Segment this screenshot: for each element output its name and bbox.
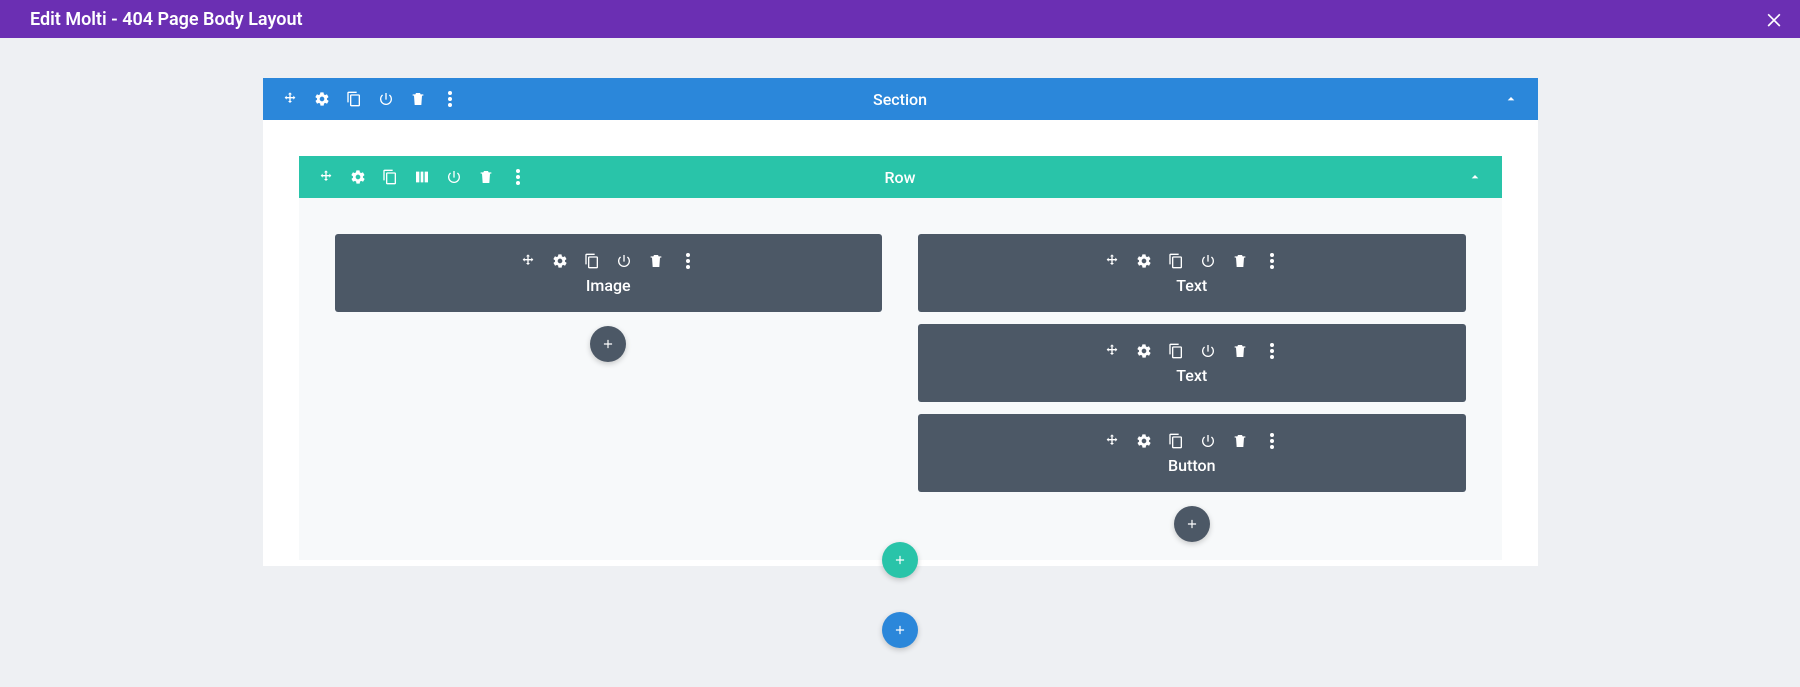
more-icon[interactable]	[441, 90, 459, 108]
plus-icon	[893, 553, 907, 567]
columns-icon[interactable]	[413, 168, 431, 186]
section-block: Section Row	[263, 78, 1538, 566]
module-toolbar	[1103, 432, 1281, 450]
row-block: Row	[299, 156, 1502, 560]
module-toolbar	[1103, 252, 1281, 270]
modal-header: Edit Molti - 404 Page Body Layout	[0, 0, 1800, 38]
trash-icon[interactable]	[1231, 342, 1249, 360]
add-section-button[interactable]	[882, 612, 918, 648]
module-toolbar	[519, 252, 697, 270]
row-body: Image	[299, 198, 1502, 560]
close-button[interactable]	[1762, 7, 1786, 31]
move-icon[interactable]	[1103, 432, 1121, 450]
add-module-button[interactable]	[1174, 506, 1210, 542]
power-icon[interactable]	[1199, 432, 1217, 450]
chevron-up-icon	[1503, 91, 1519, 107]
trash-icon[interactable]	[477, 168, 495, 186]
column-2: Text Text	[918, 234, 1466, 542]
gear-icon[interactable]	[1135, 252, 1153, 270]
duplicate-icon[interactable]	[1167, 342, 1185, 360]
gear-icon[interactable]	[1135, 342, 1153, 360]
more-icon[interactable]	[1263, 252, 1281, 270]
power-icon[interactable]	[1199, 342, 1217, 360]
collapse-row-button[interactable]	[1466, 168, 1484, 186]
duplicate-icon[interactable]	[381, 168, 399, 186]
more-icon[interactable]	[509, 168, 527, 186]
gear-icon[interactable]	[551, 252, 569, 270]
more-icon[interactable]	[1263, 432, 1281, 450]
duplicate-icon[interactable]	[583, 252, 601, 270]
power-icon[interactable]	[615, 252, 633, 270]
module-button[interactable]: Button	[918, 414, 1466, 492]
section-toolbar	[263, 90, 459, 108]
add-module-button[interactable]	[590, 326, 626, 362]
module-toolbar	[1103, 342, 1281, 360]
column-1: Image	[335, 234, 883, 542]
duplicate-icon[interactable]	[345, 90, 363, 108]
move-icon[interactable]	[1103, 252, 1121, 270]
add-row-button[interactable]	[882, 542, 918, 578]
plus-icon	[893, 623, 907, 637]
section-body: Row	[263, 120, 1538, 566]
trash-icon[interactable]	[647, 252, 665, 270]
module-label: Image	[586, 276, 631, 295]
module-label: Text	[1176, 366, 1207, 385]
gear-icon[interactable]	[313, 90, 331, 108]
power-icon[interactable]	[445, 168, 463, 186]
gear-icon[interactable]	[349, 168, 367, 186]
modal-title: Edit Molti - 404 Page Body Layout	[30, 9, 303, 30]
more-icon[interactable]	[1263, 342, 1281, 360]
move-icon[interactable]	[317, 168, 335, 186]
trash-icon[interactable]	[1231, 252, 1249, 270]
more-icon[interactable]	[679, 252, 697, 270]
move-icon[interactable]	[1103, 342, 1121, 360]
close-icon	[1764, 9, 1784, 29]
duplicate-icon[interactable]	[1167, 432, 1185, 450]
row-header[interactable]: Row	[299, 156, 1502, 198]
module-image[interactable]: Image	[335, 234, 883, 312]
collapse-section-button[interactable]	[1502, 90, 1520, 108]
module-text-1[interactable]: Text	[918, 234, 1466, 312]
row-toolbar	[299, 168, 527, 186]
module-text-2[interactable]: Text	[918, 324, 1466, 402]
module-label: Button	[1168, 456, 1215, 475]
builder-canvas: Section Row	[0, 38, 1800, 606]
chevron-up-icon	[1467, 169, 1483, 185]
plus-icon	[601, 337, 615, 351]
move-icon[interactable]	[281, 90, 299, 108]
plus-icon	[1185, 517, 1199, 531]
gear-icon[interactable]	[1135, 432, 1153, 450]
section-header[interactable]: Section	[263, 78, 1538, 120]
module-label: Text	[1176, 276, 1207, 295]
trash-icon[interactable]	[409, 90, 427, 108]
move-icon[interactable]	[519, 252, 537, 270]
power-icon[interactable]	[377, 90, 395, 108]
duplicate-icon[interactable]	[1167, 252, 1185, 270]
power-icon[interactable]	[1199, 252, 1217, 270]
trash-icon[interactable]	[1231, 432, 1249, 450]
